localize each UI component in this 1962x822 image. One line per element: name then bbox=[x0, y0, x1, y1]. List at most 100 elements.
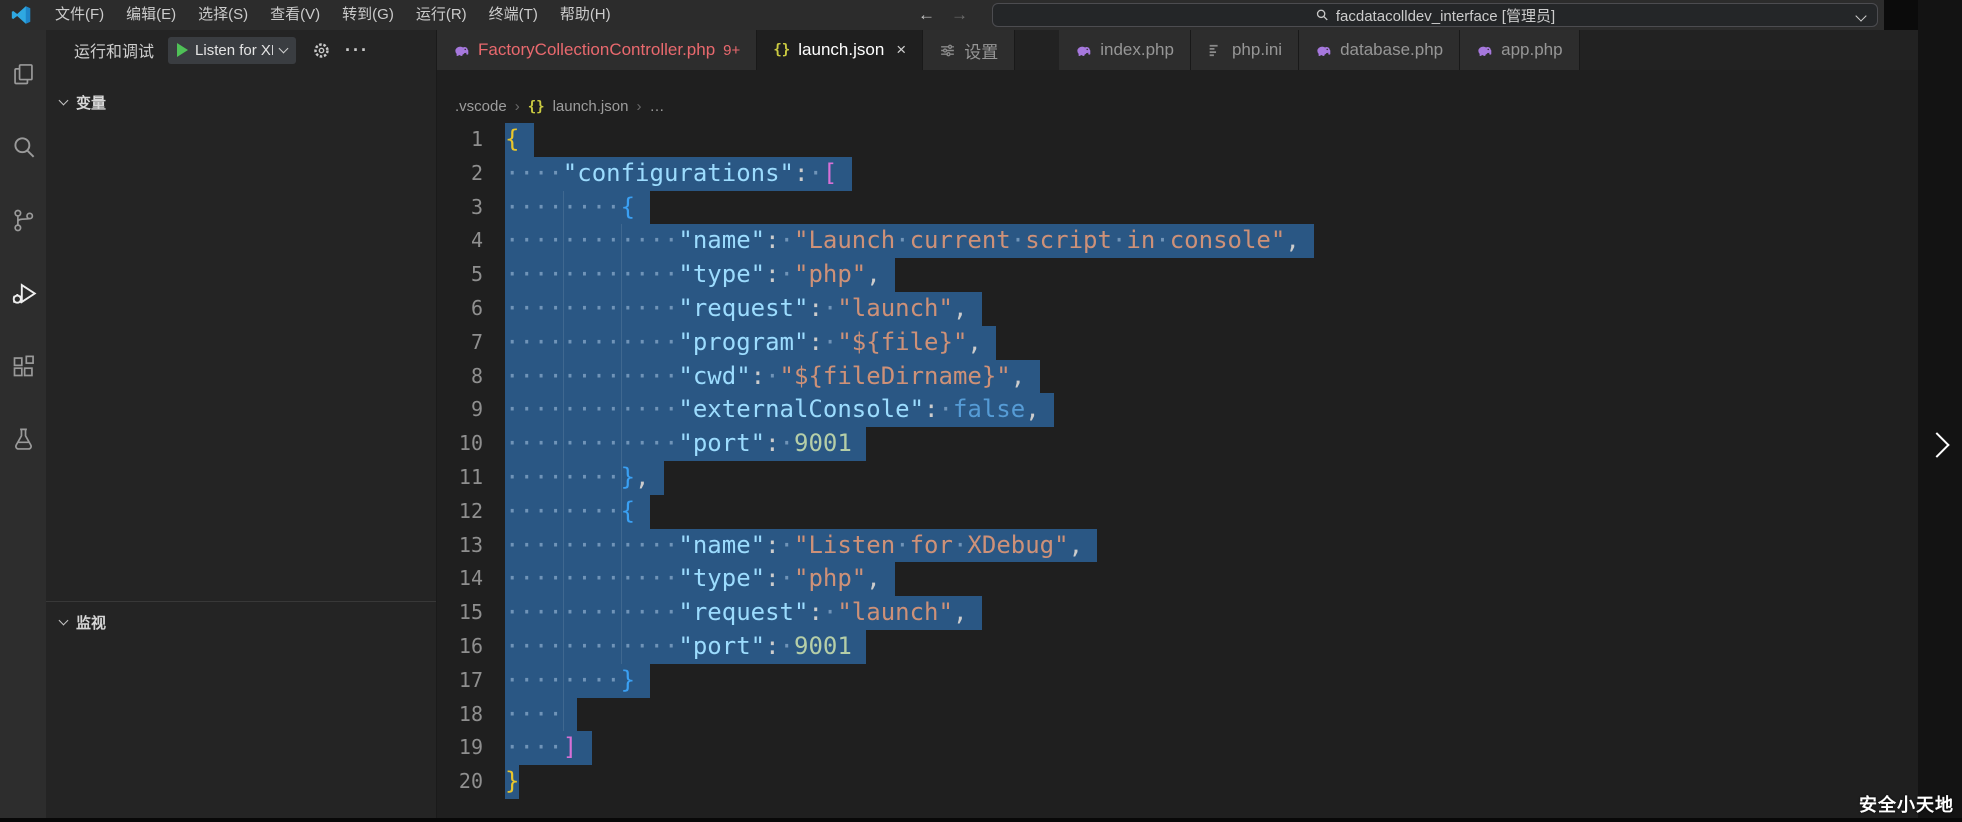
ini-icon bbox=[1207, 42, 1224, 59]
tab-launch.json[interactable]: {} launch.json × bbox=[757, 30, 924, 70]
code-line[interactable]: 3 ········{ bbox=[437, 190, 1918, 225]
tab-label: launch.json bbox=[798, 40, 885, 59]
code-line[interactable]: 1{ bbox=[437, 123, 1918, 157]
line-number: 19 bbox=[458, 735, 483, 760]
command-center-search[interactable]: facdatacolldev_interface [管理员] bbox=[992, 3, 1878, 27]
tab-label: database.php bbox=[1340, 40, 1444, 59]
code-line[interactable]: 17 ········} bbox=[437, 663, 1918, 698]
forward-arrow-icon[interactable]: → bbox=[951, 5, 968, 25]
indent-guide bbox=[621, 224, 622, 664]
tab-database.php[interactable]: database.php bbox=[1299, 30, 1461, 70]
selected-code: ········{ bbox=[505, 494, 650, 529]
menu-item-2[interactable]: 选择(S) bbox=[187, 0, 259, 30]
tab-设置[interactable]: 设置 bbox=[923, 30, 1016, 70]
php-elephant-icon bbox=[1075, 42, 1092, 59]
code-line[interactable]: 15 ············"request":·"launch", bbox=[437, 596, 1918, 630]
line-number: 9 bbox=[470, 397, 483, 422]
selected-code: ············"program":·"${file}", bbox=[505, 325, 997, 360]
settings-icon bbox=[939, 42, 956, 59]
selected-code: ············"port":·9001 bbox=[505, 629, 867, 664]
indent-guide bbox=[563, 190, 564, 732]
next-chevron-icon[interactable] bbox=[1924, 432, 1950, 458]
menu-item-1[interactable]: 编辑(E) bbox=[115, 0, 187, 30]
vscode-logo-icon bbox=[11, 6, 31, 24]
breadcrumb: .vscode › {} launch.json › … bbox=[437, 70, 1918, 123]
code-line[interactable]: 20} bbox=[437, 765, 1918, 799]
chevron-down-icon bbox=[58, 95, 69, 106]
code-line[interactable]: 6 ············"request":·"launch", bbox=[437, 291, 1918, 326]
extensions-icon[interactable] bbox=[0, 330, 46, 403]
line-number: 1 bbox=[470, 127, 483, 151]
bottom-edge bbox=[0, 818, 1962, 822]
run-debug-icon[interactable] bbox=[0, 257, 46, 330]
code-line[interactable]: 9 ············"externalConsole":·false, bbox=[437, 393, 1918, 428]
line-number: 5 bbox=[470, 262, 483, 287]
code-line[interactable]: 18 ···· bbox=[437, 697, 1918, 732]
explorer-icon[interactable] bbox=[0, 38, 46, 111]
selected-code: ····"configurations":·[ bbox=[505, 156, 852, 191]
code-line[interactable]: 13 ············"name":·"Listen·for·XDebug… bbox=[437, 528, 1918, 563]
activity-bar bbox=[0, 30, 46, 818]
more-actions-icon[interactable]: ··· bbox=[345, 41, 369, 59]
code-line[interactable]: 14 ············"type":·"php", bbox=[437, 562, 1918, 597]
tab-label: php.ini bbox=[1231, 40, 1283, 59]
line-number: 11 bbox=[458, 464, 483, 489]
php-elephant-icon bbox=[1315, 42, 1332, 59]
tab-php.ini[interactable]: php.ini bbox=[1190, 30, 1300, 70]
tab-label: index.php bbox=[1100, 40, 1174, 59]
menu-item-3[interactable]: 查看(V) bbox=[259, 0, 331, 30]
line-number: 12 bbox=[458, 498, 483, 523]
code-line[interactable]: 2 ····"configurations":·[ bbox=[437, 156, 1918, 191]
testing-icon[interactable] bbox=[0, 403, 46, 476]
code-line[interactable]: 4 ············"name":·"Launch·current·scr… bbox=[437, 224, 1918, 259]
code-line[interactable]: 11 ········}, bbox=[437, 460, 1918, 495]
line-number: 3 bbox=[470, 194, 483, 219]
code-line[interactable]: 8 ············"cwd":·"${fileDirname}", bbox=[437, 359, 1918, 394]
tab-label: app.php bbox=[1501, 40, 1563, 59]
debug-toolbar: 运行和调试 Listen for XDebug ··· bbox=[46, 30, 436, 70]
tab-index.php[interactable]: index.php bbox=[1059, 30, 1191, 70]
breadcrumb-file[interactable]: launch.json bbox=[553, 98, 629, 115]
gear-icon[interactable] bbox=[312, 41, 331, 60]
watch-section-header[interactable]: 监视 bbox=[46, 608, 436, 636]
breadcrumb-separator: › bbox=[636, 98, 642, 115]
code-editor[interactable]: 1{ 2 ····"configurations":·[ 3 ········{ 4… bbox=[437, 123, 1918, 818]
breadcrumb-symbol[interactable]: … bbox=[649, 98, 664, 115]
chevron-down-icon bbox=[278, 43, 289, 53]
code-line[interactable]: 10 ············"port":·9001 bbox=[437, 427, 1918, 461]
selected-code: ········} bbox=[505, 663, 650, 698]
menu-item-6[interactable]: 终端(T) bbox=[478, 0, 549, 30]
search-icon[interactable] bbox=[0, 111, 46, 184]
breadcrumb-folder[interactable]: .vscode bbox=[455, 98, 507, 115]
tab-gap bbox=[1015, 30, 1060, 70]
back-arrow-icon[interactable]: ← bbox=[918, 5, 935, 25]
selected-code: ············"port":·9001 bbox=[505, 427, 867, 461]
debug-config-dropdown[interactable]: Listen for XDebug bbox=[168, 36, 297, 64]
code-line[interactable]: 16 ············"port":·9001 bbox=[437, 629, 1918, 664]
tab-FactoryCollectionController.php[interactable]: FactoryCollectionController.php 9+ bbox=[437, 30, 758, 70]
code-line[interactable]: 5 ············"type":·"php", bbox=[437, 258, 1918, 292]
selected-code: ········{ bbox=[505, 190, 650, 225]
menu-item-5[interactable]: 运行(R) bbox=[405, 0, 478, 30]
menu-item-4[interactable]: 转到(G) bbox=[331, 0, 405, 30]
code-line[interactable]: 7 ············"program":·"${file}", bbox=[437, 325, 1918, 360]
source-control-icon[interactable] bbox=[0, 184, 46, 257]
selected-code: ············"cwd":·"${fileDirname}", bbox=[505, 359, 1040, 394]
selected-code: } bbox=[505, 765, 520, 799]
code-line[interactable]: 19 ····] bbox=[437, 731, 1918, 766]
variables-section-header[interactable]: 变量 bbox=[46, 88, 436, 116]
sidebar-title: 运行和调试 bbox=[74, 44, 155, 61]
history-nav: ← → bbox=[918, 0, 968, 30]
code-line[interactable]: 12 ········{ bbox=[437, 494, 1918, 529]
tab-label: 设置 bbox=[964, 42, 999, 62]
menu-item-0[interactable]: 文件(F) bbox=[44, 0, 115, 30]
selected-code: ············"name":·"Launch·current·scri… bbox=[505, 224, 1315, 259]
line-number: 14 bbox=[458, 566, 483, 591]
menu-item-7[interactable]: 帮助(H) bbox=[549, 0, 622, 30]
tab-app.php[interactable]: app.php bbox=[1460, 30, 1580, 70]
command-center-text: facdatacolldev_interface [管理员] bbox=[1335, 7, 1556, 25]
line-number: 2 bbox=[470, 160, 483, 185]
start-debug-icon[interactable] bbox=[177, 43, 189, 57]
close-icon[interactable]: × bbox=[896, 40, 906, 60]
line-number: 16 bbox=[458, 633, 483, 658]
